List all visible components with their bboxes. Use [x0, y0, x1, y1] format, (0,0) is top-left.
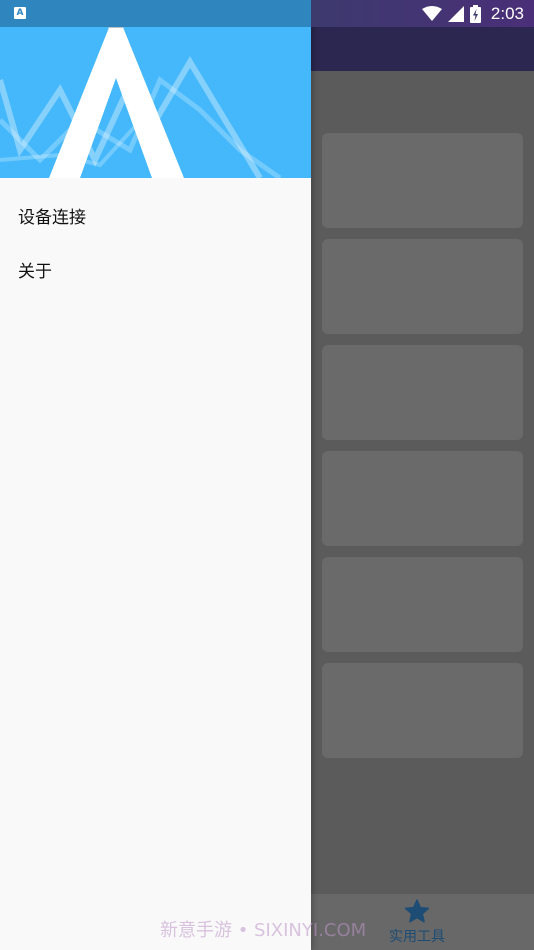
battery-charging-icon: [469, 5, 481, 23]
tool-card[interactable]: [322, 345, 523, 440]
star-icon: [404, 899, 430, 923]
wifi-icon: [421, 6, 442, 21]
status-bar: A 2:03: [0, 0, 534, 27]
navigation-drawer: 设备连接 关于: [0, 0, 311, 950]
status-icons: 2:03: [421, 2, 524, 26]
drawer-menu: 设备连接 关于: [0, 188, 311, 296]
menu-item-device-connection[interactable]: 设备连接: [0, 188, 311, 242]
watermark: 新意手游 • SIXINYI.COM: [160, 920, 367, 941]
menu-item-about[interactable]: 关于: [0, 242, 311, 296]
tool-card[interactable]: [322, 557, 523, 652]
nav-tools-tab[interactable]: 实用工具: [380, 898, 454, 948]
app-notification-icon: A: [14, 7, 26, 19]
tool-card[interactable]: [322, 451, 523, 546]
screen: A 2:03 实用工具 新意手游 • SIXINYI.COM 设备连接 关于: [0, 0, 534, 950]
tool-card[interactable]: [322, 239, 523, 334]
tool-card[interactable]: [322, 133, 523, 228]
tool-card[interactable]: [322, 663, 523, 758]
status-time: 2:03: [490, 4, 524, 23]
cell-signal-icon: [447, 6, 464, 22]
nav-tools-label: 实用工具: [389, 929, 445, 945]
